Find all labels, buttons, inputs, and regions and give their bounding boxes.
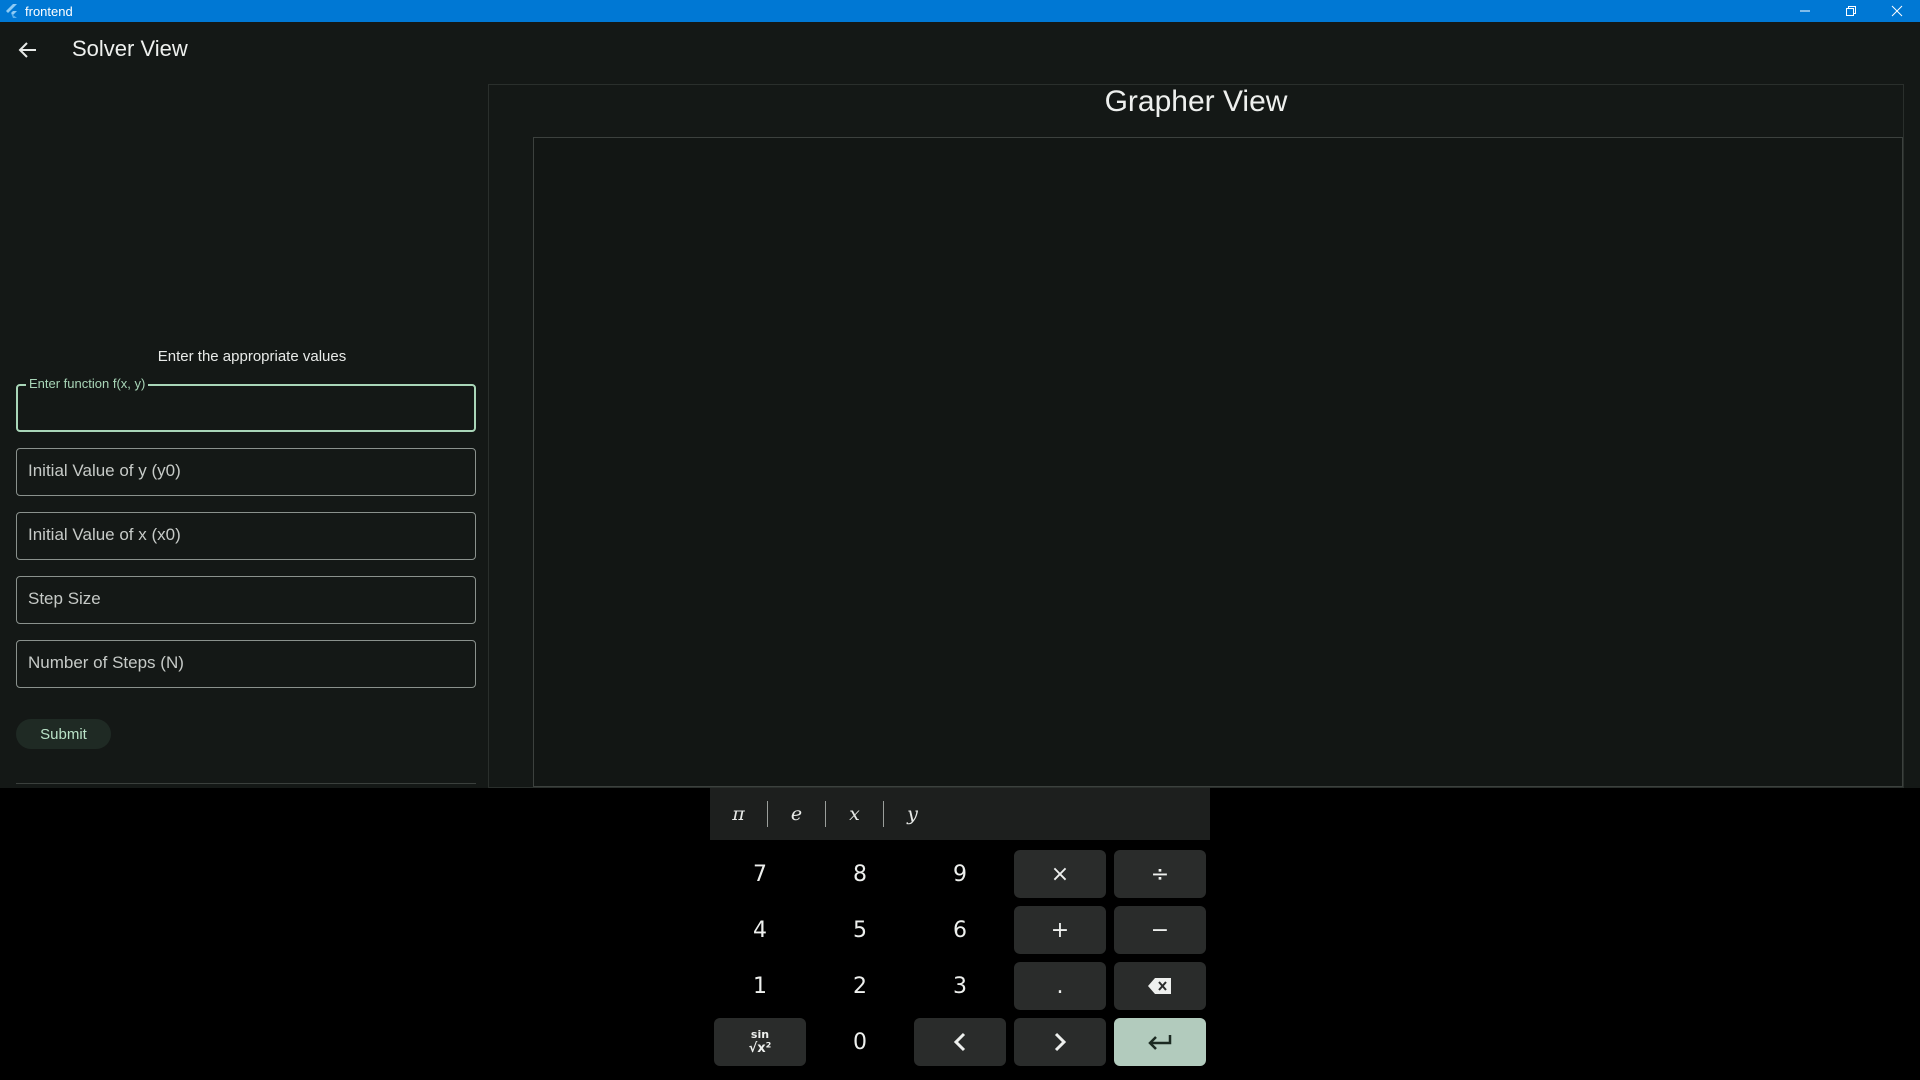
function-field-label: Enter function f(x, y) [26,376,149,391]
flutter-logo-icon [6,4,17,18]
key-6[interactable]: 6 [914,906,1006,954]
grapher-title: Grapher View [1104,85,1288,118]
function-field[interactable]: Enter function f(x, y) [16,376,476,432]
back-button[interactable] [12,34,44,66]
backspace-icon [1148,978,1171,994]
functions-key[interactable]: sin √x² [714,1018,806,1066]
restore-button[interactable] [1828,0,1874,22]
cursor-right-button[interactable] [1014,1018,1106,1066]
solver-form: Enter the appropriate values Enter funct… [0,78,488,788]
window-title: frontend [25,3,73,19]
graph-canvas[interactable] [533,137,1903,787]
cursor-left-button[interactable] [914,1018,1006,1066]
key-plus[interactable]: + [1014,906,1106,954]
math-keyboard: π e x y 7 8 9 × ÷ 4 5 6 + − 1 2 3 . sin … [0,788,1920,1080]
function-input[interactable] [28,394,462,424]
key-2[interactable]: 2 [814,962,906,1010]
submit-button[interactable]: Submit [16,719,111,749]
functions-key-bottom: √x² [748,1041,772,1056]
key-3[interactable]: 3 [914,962,1006,1010]
grapher-panel: Grapher View [488,84,1904,788]
key-1[interactable]: 1 [714,962,806,1010]
key-5[interactable]: 5 [814,906,906,954]
key-y[interactable]: y [884,788,941,840]
y0-placeholder: Initial Value of y (y0) [28,461,181,480]
key-7[interactable]: 7 [714,850,806,898]
key-0[interactable]: 0 [814,1018,906,1066]
enter-button[interactable] [1114,1018,1206,1066]
chevron-right-icon [1054,1032,1067,1052]
divider [16,783,476,784]
chevron-left-icon [953,1032,966,1052]
arrow-left-icon [18,42,36,58]
functions-key-top: sin [750,1028,770,1041]
key-divide[interactable]: ÷ [1114,850,1206,898]
enter-icon [1148,1035,1172,1050]
x0-placeholder: Initial Value of x (x0) [28,525,181,544]
num-steps-placeholder: Number of Steps (N) [28,653,184,672]
x0-field[interactable]: Initial Value of x (x0) [16,512,476,560]
form-instructions: Enter the appropriate values [157,348,347,365]
restore-icon [1846,6,1856,16]
app-bar: Solver View [0,22,1920,78]
minimize-button[interactable] [1782,0,1828,22]
window-titlebar: frontend [0,0,1920,22]
page-title: Solver View [72,36,188,61]
variable-bar: π e x y [710,788,1210,840]
key-x[interactable]: x [826,788,883,840]
y0-field[interactable]: Initial Value of y (y0) [16,448,476,496]
backspace-button[interactable] [1114,962,1206,1010]
key-4[interactable]: 4 [714,906,806,954]
key-decimal[interactable]: . [1014,962,1106,1010]
num-steps-field[interactable]: Number of Steps (N) [16,640,476,688]
key-multiply[interactable]: × [1014,850,1106,898]
step-size-placeholder: Step Size [28,589,101,608]
minimize-icon [1800,10,1810,12]
close-icon [1891,5,1903,17]
key-8[interactable]: 8 [814,850,906,898]
step-size-field[interactable]: Step Size [16,576,476,624]
close-button[interactable] [1874,0,1920,22]
key-minus[interactable]: − [1114,906,1206,954]
key-pi[interactable]: π [710,788,767,840]
key-9[interactable]: 9 [914,850,1006,898]
key-e[interactable]: e [768,788,825,840]
